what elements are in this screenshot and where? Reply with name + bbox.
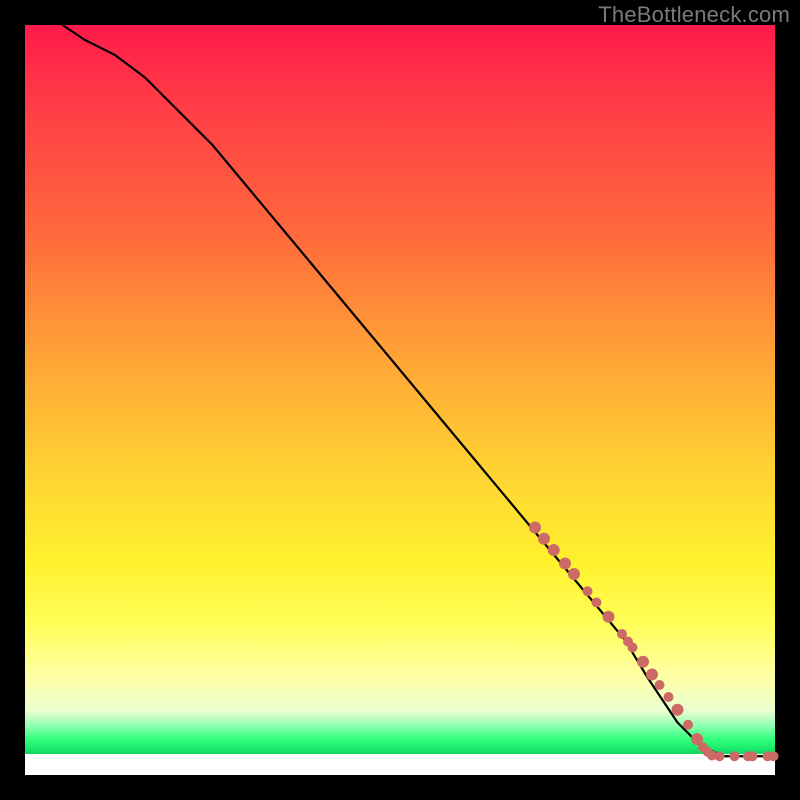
data-marker [628, 643, 638, 653]
curve-layer [25, 25, 775, 775]
data-marker [683, 720, 693, 730]
data-marker [592, 598, 602, 608]
data-marker [548, 544, 560, 556]
bottleneck-curve [63, 25, 776, 756]
chart-stage: TheBottleneck.com [0, 0, 800, 800]
data-markers [529, 522, 779, 762]
data-marker [559, 558, 571, 570]
data-marker [568, 568, 580, 580]
data-marker [730, 751, 740, 761]
data-marker [748, 751, 758, 761]
data-marker [603, 611, 615, 623]
data-marker [769, 751, 779, 761]
data-marker [646, 669, 658, 681]
data-marker [655, 680, 665, 690]
data-marker [538, 533, 550, 545]
data-marker [637, 656, 649, 668]
plot-area [25, 25, 775, 775]
data-marker [715, 751, 725, 761]
data-marker [672, 704, 684, 716]
data-marker [529, 522, 541, 534]
data-marker [583, 586, 593, 596]
data-marker [664, 692, 674, 702]
